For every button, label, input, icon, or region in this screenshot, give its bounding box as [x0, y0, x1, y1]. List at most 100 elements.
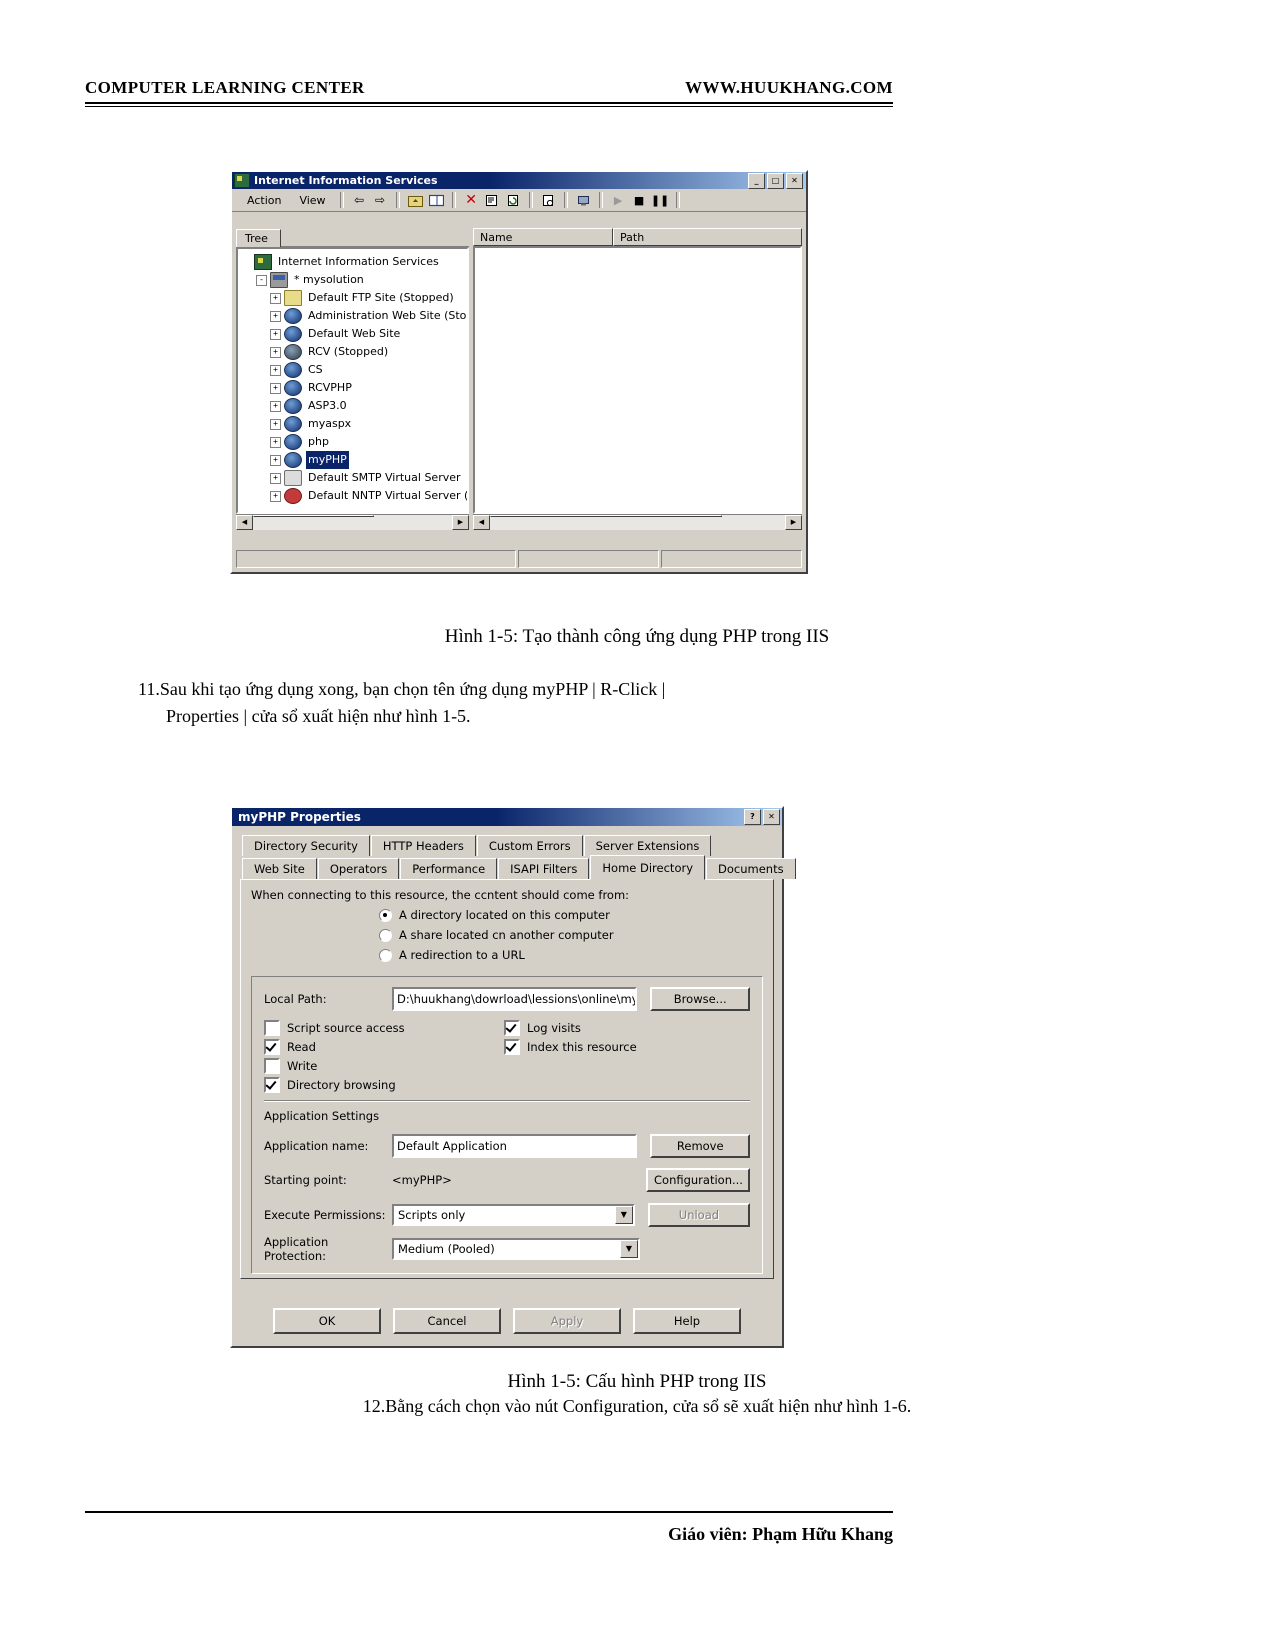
maximize-icon[interactable]: □ — [767, 172, 784, 189]
stop-icon[interactable]: ■ — [629, 191, 650, 210]
application-name-input[interactable]: Default Application — [392, 1134, 638, 1158]
expand-icon[interactable]: + — [270, 472, 281, 484]
expand-icon[interactable]: + — [270, 364, 281, 376]
pause-icon[interactable]: ❚❚ — [650, 191, 671, 210]
configuration-button[interactable]: Configuration... — [646, 1168, 750, 1192]
scroll-trough[interactable] — [253, 515, 452, 530]
expand-icon[interactable]: + — [270, 310, 281, 322]
radio-button-icon[interactable] — [379, 908, 392, 922]
list-body[interactable] — [473, 246, 802, 514]
expand-icon[interactable]: + — [270, 454, 281, 466]
checkbox-index-this-resource[interactable]: Index this resource — [504, 1037, 750, 1056]
tree-body[interactable]: Internet Information Services - * mysoluti… — [236, 247, 469, 514]
expand-icon[interactable]: + — [270, 436, 281, 448]
tree-item-myaspx[interactable]: + myaspx — [242, 415, 467, 433]
show-pane-icon[interactable] — [426, 191, 447, 210]
help-button[interactable]: Help — [633, 1308, 741, 1334]
minimize-icon[interactable]: _ — [748, 172, 765, 189]
tree-item-myphp[interactable]: + myPHP — [242, 451, 467, 469]
checkbox-icon[interactable] — [264, 1038, 280, 1055]
local-path-input[interactable]: D:\huukhang\dowrload\lessions\online\my — [392, 987, 638, 1011]
scroll-thumb[interactable] — [490, 515, 723, 517]
tree-item-default-web-site[interactable]: + Default Web Site — [242, 325, 467, 343]
tree-item-internet-information-services[interactable]: Internet Information Services — [242, 253, 467, 271]
tab-operators[interactable]: Operators — [317, 858, 400, 879]
tree-item-administration-web-site-sto[interactable]: + Administration Web Site (Sto — [242, 307, 467, 325]
ok-button[interactable]: OK — [273, 1308, 381, 1334]
refresh-icon[interactable] — [503, 191, 524, 210]
expand-icon[interactable]: + — [270, 490, 281, 502]
expand-icon[interactable]: + — [270, 382, 281, 394]
tree-hscrollbar[interactable]: ◀ ▶ — [236, 514, 469, 530]
scroll-trough[interactable] — [490, 515, 785, 530]
application-protection-select[interactable]: Medium (Pooled) ▼ — [392, 1238, 640, 1260]
menu-view[interactable]: View — [290, 192, 334, 209]
tree-item-default-ftp-site-stopped[interactable]: + Default FTP Site (Stopped) — [242, 289, 467, 307]
tree-item-php[interactable]: + php — [242, 433, 467, 451]
scroll-left-icon[interactable]: ◀ — [236, 515, 253, 530]
tree-item-asp3-0[interactable]: + ASP3.0 — [242, 397, 467, 415]
checkbox-script-source-access[interactable]: Script source access — [264, 1018, 504, 1037]
tab-directory-security[interactable]: Directory Security — [242, 835, 370, 856]
tree-item-default-nntp-virtual-server[interactable]: + Default NNTP Virtual Server ( — [242, 487, 467, 505]
checkbox-log-visits[interactable]: Log visits — [504, 1018, 750, 1037]
radio-a-directory-located-on-this-comp[interactable]: A directory located on this computer — [379, 908, 763, 922]
connect-computer-icon[interactable] — [573, 191, 594, 210]
expand-icon[interactable]: + — [270, 328, 281, 340]
start-icon[interactable]: ▶ — [608, 191, 629, 210]
tree-item-cs[interactable]: + CS — [242, 361, 467, 379]
chevron-down-icon[interactable]: ▼ — [620, 1240, 638, 1258]
tree-item-rcv-stopped[interactable]: + RCV (Stopped) — [242, 343, 467, 361]
scroll-left-icon[interactable]: ◀ — [473, 515, 490, 530]
properties-icon[interactable] — [482, 191, 503, 210]
tab-http-headers[interactable]: HTTP Headers — [370, 835, 476, 856]
scroll-thumb[interactable] — [253, 515, 375, 517]
column-header-name[interactable]: Name — [473, 228, 613, 246]
unload-button[interactable]: Unload — [647, 1203, 750, 1227]
tree-item-mysolution[interactable]: - * mysolution — [242, 271, 467, 289]
radio-button-icon[interactable] — [379, 928, 392, 942]
tab-web-site[interactable]: Web Site — [242, 858, 317, 879]
tab-documents[interactable]: Documents — [706, 858, 796, 879]
up-folder-icon[interactable] — [405, 191, 426, 210]
scroll-right-icon[interactable]: ▶ — [785, 515, 802, 530]
tab-tree[interactable]: Tree — [236, 229, 281, 247]
tab-server-extensions[interactable]: Server Extensions — [583, 835, 712, 856]
radio-a-share-located-cn-another-compu[interactable]: A share located cn another computer — [379, 928, 763, 942]
checkbox-write[interactable]: Write — [264, 1056, 504, 1075]
checkbox-icon[interactable] — [504, 1038, 520, 1055]
checkbox-read[interactable]: Read — [264, 1037, 504, 1056]
column-header-path[interactable]: Path — [613, 228, 802, 246]
tree-item-rcvphp[interactable]: + RCVPHP — [242, 379, 467, 397]
close-icon[interactable]: ✕ — [763, 809, 780, 825]
checkbox-icon[interactable] — [264, 1057, 280, 1074]
close-icon[interactable]: ✕ — [786, 172, 803, 189]
tab-isapi-filters[interactable]: ISAPI Filters — [498, 858, 590, 879]
remove-button[interactable]: Remove — [650, 1134, 750, 1158]
back-arrow-icon[interactable]: ⇦ — [349, 191, 370, 210]
menu-action[interactable]: Action — [238, 192, 290, 209]
scroll-right-icon[interactable]: ▶ — [452, 515, 469, 530]
export-list-icon[interactable] — [538, 191, 559, 210]
expand-icon[interactable]: + — [270, 400, 281, 412]
checkbox-icon[interactable] — [264, 1019, 280, 1036]
tab-home-directory[interactable]: Home Directory — [590, 855, 706, 880]
tab-custom-errors[interactable]: Custom Errors — [476, 835, 583, 856]
radio-button-icon[interactable] — [379, 948, 392, 962]
collapse-icon[interactable]: - — [256, 274, 267, 286]
checkbox-icon[interactable] — [264, 1076, 280, 1093]
checkbox-directory-browsing[interactable]: Directory browsing — [264, 1075, 504, 1094]
expand-icon[interactable]: + — [270, 346, 281, 358]
forward-arrow-icon[interactable]: ⇨ — [370, 191, 391, 210]
tree-item-default-smtp-virtual-server[interactable]: + Default SMTP Virtual Server — [242, 469, 467, 487]
execute-permissions-select[interactable]: Scripts only ▼ — [392, 1204, 635, 1226]
expand-icon[interactable]: + — [270, 292, 281, 304]
apply-button[interactable]: Apply — [513, 1308, 621, 1334]
chevron-down-icon[interactable]: ▼ — [614, 1206, 633, 1224]
cancel-button[interactable]: Cancel — [393, 1308, 501, 1334]
help-icon[interactable]: ? — [744, 809, 761, 825]
delete-icon[interactable]: ✕ — [461, 191, 482, 210]
list-hscrollbar[interactable]: ◀ ▶ — [473, 514, 802, 530]
radio-a-redirection-to-a-url[interactable]: A redirection to a URL — [379, 948, 763, 962]
checkbox-icon[interactable] — [504, 1019, 520, 1036]
